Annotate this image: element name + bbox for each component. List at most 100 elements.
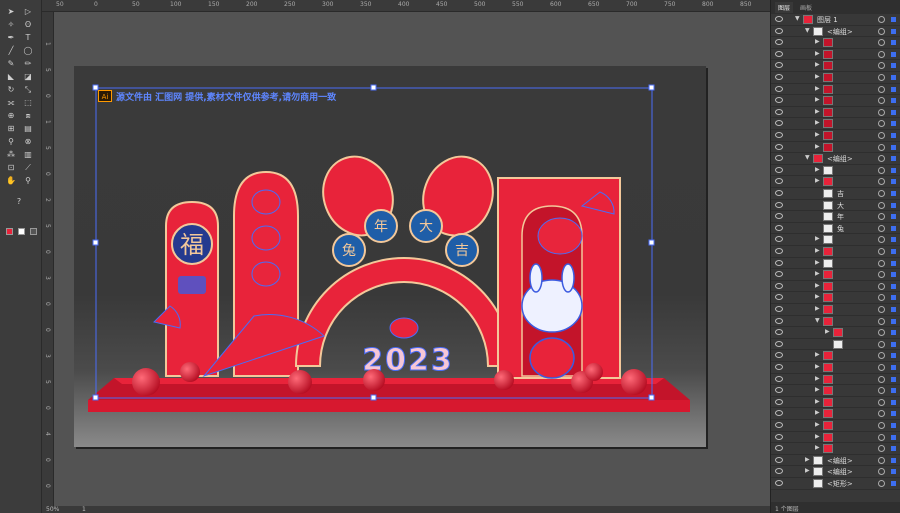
expand-arrow-icon[interactable]: ▶ bbox=[815, 143, 820, 150]
visibility-eye-icon[interactable] bbox=[775, 39, 783, 46]
target-circle-icon[interactable] bbox=[878, 143, 885, 151]
lock-toggle[interactable] bbox=[787, 445, 793, 452]
target-circle-icon[interactable] bbox=[878, 282, 885, 290]
visibility-eye-icon[interactable] bbox=[775, 248, 783, 254]
layer-row[interactable]: 兔 bbox=[771, 223, 900, 235]
selection-indicator[interactable] bbox=[891, 411, 896, 417]
expand-arrow-icon[interactable]: ▶ bbox=[805, 467, 810, 474]
selection-indicator[interactable] bbox=[891, 295, 896, 301]
layer-row[interactable]: ▶ bbox=[771, 374, 900, 386]
layer-row[interactable]: ▶ bbox=[771, 84, 900, 96]
artboard-tool[interactable]: ⊡ bbox=[4, 162, 18, 173]
selection-indicator[interactable] bbox=[891, 469, 896, 475]
target-circle-icon[interactable] bbox=[878, 166, 885, 174]
layer-name[interactable]: 年 bbox=[837, 212, 844, 222]
selection-indicator[interactable] bbox=[891, 214, 896, 220]
selection-indicator[interactable] bbox=[891, 167, 896, 173]
selection-indicator[interactable] bbox=[891, 481, 896, 486]
visibility-eye-icon[interactable] bbox=[775, 27, 783, 34]
target-circle-icon[interactable] bbox=[878, 85, 885, 93]
target-circle-icon[interactable] bbox=[878, 317, 885, 325]
lock-toggle[interactable] bbox=[787, 132, 793, 139]
selection-indicator[interactable] bbox=[891, 144, 896, 150]
layer-row[interactable]: ▶ bbox=[771, 385, 900, 397]
target-circle-icon[interactable] bbox=[878, 236, 885, 244]
layer-row[interactable]: ▶ bbox=[771, 258, 900, 270]
expand-arrow-icon[interactable]: ▼ bbox=[805, 154, 810, 161]
layer-row[interactable]: ▶ bbox=[771, 304, 900, 316]
lock-toggle[interactable] bbox=[787, 213, 793, 220]
layer-name[interactable]: 图层 1 bbox=[817, 15, 838, 25]
lock-toggle[interactable] bbox=[787, 480, 793, 487]
width-tool[interactable]: ⟗ bbox=[4, 97, 18, 108]
layer-row[interactable]: ▶ bbox=[771, 397, 900, 409]
lock-toggle[interactable] bbox=[787, 167, 793, 174]
visibility-eye-icon[interactable] bbox=[775, 317, 783, 324]
lock-toggle[interactable] bbox=[787, 306, 793, 313]
target-circle-icon[interactable] bbox=[878, 27, 885, 35]
lock-toggle[interactable] bbox=[787, 422, 793, 429]
layer-row[interactable]: ▶ bbox=[771, 234, 900, 246]
target-circle-icon[interactable] bbox=[878, 422, 885, 429]
selection-indicator[interactable] bbox=[891, 156, 896, 162]
visibility-eye-icon[interactable] bbox=[775, 62, 783, 69]
selection-indicator[interactable] bbox=[891, 191, 896, 196]
visibility-eye-icon[interactable] bbox=[775, 375, 783, 382]
target-circle-icon[interactable] bbox=[878, 248, 885, 255]
gradient-tool[interactable]: ▤ bbox=[21, 123, 35, 134]
visibility-eye-icon[interactable] bbox=[775, 155, 783, 162]
lock-toggle[interactable] bbox=[787, 341, 793, 348]
visibility-eye-icon[interactable] bbox=[775, 97, 783, 104]
layer-row[interactable]: ▶ <编组> bbox=[771, 466, 900, 478]
lock-toggle[interactable] bbox=[787, 144, 793, 151]
visibility-eye-icon[interactable] bbox=[775, 352, 783, 359]
column-graph-tool[interactable]: ▥ bbox=[21, 149, 35, 160]
selection-indicator[interactable] bbox=[891, 307, 896, 312]
visibility-eye-icon[interactable] bbox=[775, 85, 783, 92]
layer-row[interactable]: ▶ bbox=[771, 176, 900, 188]
lock-toggle[interactable] bbox=[787, 283, 793, 290]
lock-toggle[interactable] bbox=[787, 410, 793, 417]
lock-toggle[interactable] bbox=[787, 86, 793, 93]
expand-arrow-icon[interactable]: ▶ bbox=[815, 305, 820, 312]
layer-row[interactable]: ▼ <编组> bbox=[771, 26, 900, 38]
lock-toggle[interactable] bbox=[787, 364, 793, 371]
target-circle-icon[interactable] bbox=[878, 213, 885, 221]
lock-toggle[interactable] bbox=[787, 39, 793, 46]
layer-row[interactable]: ▶ bbox=[771, 107, 900, 119]
target-circle-icon[interactable] bbox=[878, 155, 885, 163]
target-circle-icon[interactable] bbox=[878, 74, 885, 81]
layer-row[interactable]: ▶ bbox=[771, 165, 900, 177]
expand-arrow-icon[interactable]: ▶ bbox=[815, 235, 820, 242]
layer-name[interactable]: <编组> bbox=[827, 456, 853, 466]
expand-arrow-icon[interactable]: ▶ bbox=[815, 96, 820, 103]
lock-toggle[interactable] bbox=[787, 248, 793, 255]
layer-row[interactable]: ▶ bbox=[771, 246, 900, 258]
lock-toggle[interactable] bbox=[787, 62, 793, 69]
layer-row[interactable]: ▶ bbox=[771, 281, 900, 293]
expand-arrow-icon[interactable]: ▶ bbox=[815, 166, 820, 173]
visibility-eye-icon[interactable] bbox=[775, 294, 783, 301]
selection-indicator[interactable] bbox=[891, 457, 896, 463]
selection-indicator[interactable] bbox=[891, 388, 896, 394]
pencil-tool[interactable]: ✏ bbox=[21, 58, 35, 69]
lock-toggle[interactable] bbox=[787, 178, 793, 185]
expand-arrow-icon[interactable]: ▶ bbox=[805, 456, 810, 463]
expand-arrow-icon[interactable]: ▶ bbox=[815, 386, 820, 393]
lock-toggle[interactable] bbox=[787, 190, 793, 197]
visibility-eye-icon[interactable] bbox=[775, 340, 783, 347]
visibility-eye-icon[interactable] bbox=[775, 398, 783, 405]
shape-builder-tool[interactable]: ⊕ bbox=[4, 110, 18, 121]
target-circle-icon[interactable] bbox=[878, 387, 885, 395]
visibility-eye-icon[interactable] bbox=[775, 456, 783, 463]
expand-arrow-icon[interactable]: ▶ bbox=[815, 282, 820, 289]
layer-row[interactable]: 年 bbox=[771, 211, 900, 223]
selection-indicator[interactable] bbox=[891, 318, 896, 324]
visibility-eye-icon[interactable] bbox=[775, 16, 783, 22]
lock-toggle[interactable] bbox=[787, 271, 793, 278]
layer-name[interactable]: 大 bbox=[837, 201, 844, 211]
visibility-eye-icon[interactable] bbox=[775, 166, 783, 173]
layer-row[interactable]: ▶ bbox=[771, 95, 900, 107]
horizontal-ruler[interactable]: 50 0 50 100 150 200 250 300 350 400 450 500 550 600 65… bbox=[42, 0, 789, 12]
lock-toggle[interactable] bbox=[787, 294, 793, 301]
